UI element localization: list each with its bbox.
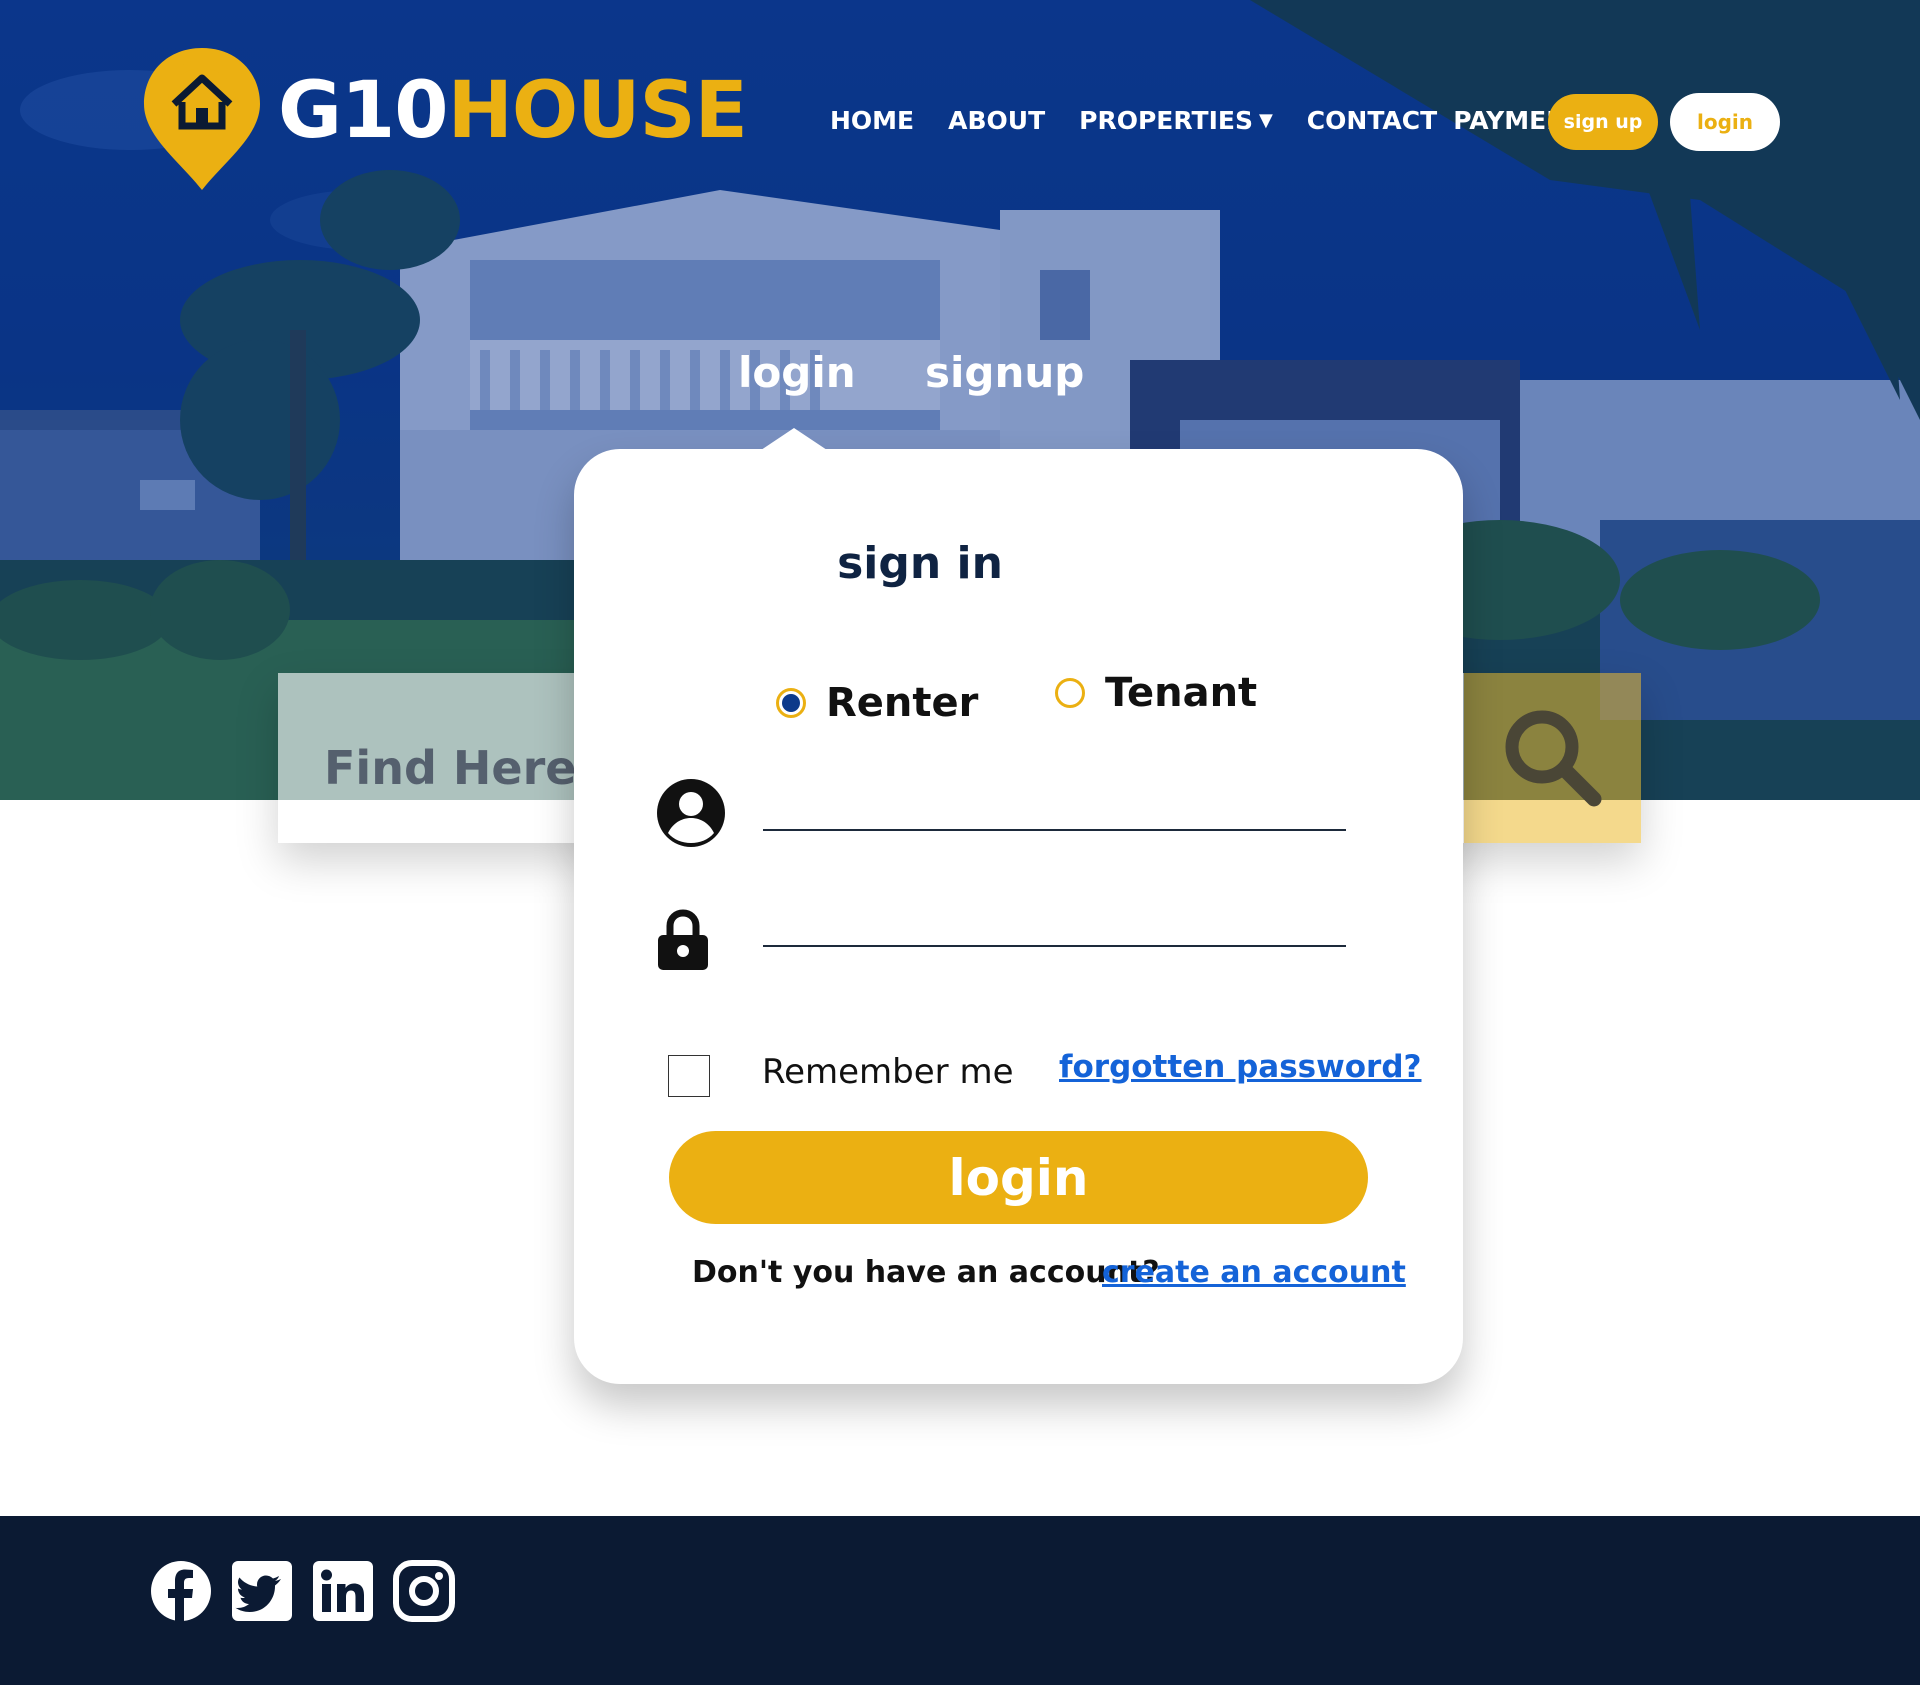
nav-contact-label: CONTACT: [1306, 106, 1438, 135]
nav-home-label: HOME: [830, 106, 915, 135]
facebook-icon[interactable]: [150, 1560, 212, 1622]
user-icon: [657, 779, 725, 847]
login-button[interactable]: login: [669, 1131, 1368, 1224]
password-row: [656, 908, 1346, 988]
remember-checkbox[interactable]: [668, 1055, 710, 1097]
search-button[interactable]: [1464, 673, 1641, 843]
nav-about[interactable]: ABOUT: [948, 106, 1045, 135]
radio-tenant[interactable]: Tenant: [1055, 670, 1257, 716]
radio-renter-label: Renter: [826, 680, 979, 726]
card-title-text: sign in: [837, 538, 1003, 589]
search-placeholder: Find Here: [324, 741, 577, 795]
brand-part-1: G10: [278, 66, 449, 156]
card-title: sign in: [0, 538, 1920, 589]
main-nav: HOME ABOUT PROPERTIES▼ CONTACT PAYMENT▼: [830, 106, 1638, 135]
username-row: [656, 777, 1346, 857]
brand-part-2: HOUSE: [447, 66, 748, 156]
username-field[interactable]: [763, 785, 1346, 843]
nav-properties-label: PROPERTIES: [1079, 106, 1253, 135]
location-pin-house-icon: [144, 48, 260, 190]
header-signup-button[interactable]: sign up: [1548, 94, 1658, 150]
instagram-icon[interactable]: [393, 1560, 455, 1622]
radio-selected-icon: [776, 688, 806, 718]
header-login-button[interactable]: login: [1670, 93, 1780, 151]
username-underline: [763, 829, 1346, 831]
tab-login[interactable]: login: [738, 348, 856, 397]
forgot-password-link[interactable]: forgotten password?: [1059, 1049, 1422, 1085]
password-underline: [763, 945, 1346, 947]
nav-about-label: ABOUT: [948, 106, 1046, 135]
radio-tenant-label: Tenant: [1105, 670, 1258, 716]
no-account-text: Don't you have an account?: [692, 1255, 1160, 1290]
create-account-link[interactable]: create an account: [1102, 1255, 1406, 1290]
twitter-icon[interactable]: [231, 1560, 293, 1622]
linkedin-icon[interactable]: [312, 1560, 374, 1622]
search-icon: [1505, 710, 1601, 807]
radio-unselected-icon: [1055, 678, 1085, 708]
nav-properties[interactable]: PROPERTIES ▼: [1079, 106, 1273, 135]
tab-signup[interactable]: signup: [925, 348, 1084, 397]
nav-home[interactable]: HOME: [830, 106, 914, 135]
caret-down-icon: ▼: [1258, 110, 1273, 131]
radio-renter[interactable]: Renter: [776, 680, 978, 726]
brand-name: G10HOUSE: [278, 72, 748, 150]
nav-contact[interactable]: CONTACT: [1307, 106, 1437, 135]
card-pointer: [758, 428, 830, 452]
remember-label: Remember me: [762, 1052, 1014, 1092]
logo[interactable]: [140, 44, 264, 194]
lock-icon: [658, 909, 708, 970]
